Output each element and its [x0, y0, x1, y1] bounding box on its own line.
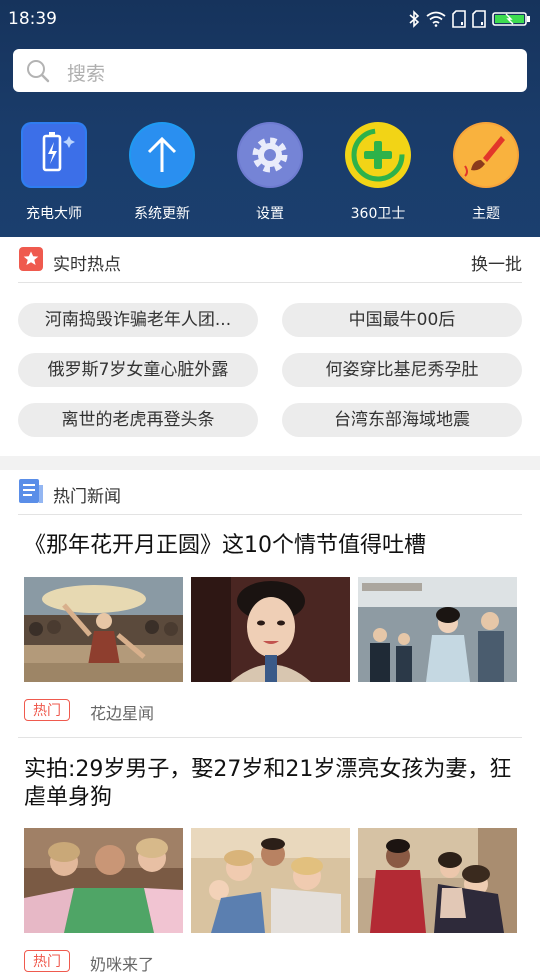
home-header: 18:39 搜索 充电大师 系统更新 设置 360卫士 主题 — [0, 0, 540, 237]
refresh-button[interactable]: 换一批 — [471, 250, 522, 275]
arrow-up-icon — [129, 122, 195, 188]
search-bar[interactable]: 搜索 — [13, 49, 527, 92]
app-label: 360卫士 — [350, 206, 406, 222]
news-thumbnail-family-portrait[interactable] — [358, 828, 517, 933]
news-source: 花边星闻 — [90, 704, 155, 723]
app-label: 设置 — [256, 206, 284, 222]
plus-shield-icon — [345, 122, 411, 188]
search-placeholder: 搜索 — [67, 63, 106, 85]
paintbrush-icon — [453, 122, 519, 188]
news-headline[interactable]: 实拍:29岁男子，娶27岁和21岁漂亮女孩为妻，狂虐单身狗 — [24, 756, 518, 812]
divider — [18, 514, 522, 515]
app-label: 系统更新 — [134, 206, 190, 222]
hot-topics-title: 实时热点 — [53, 255, 121, 275]
news-thumbnail-drama-crowd[interactable] — [24, 577, 183, 682]
sim-card-1-icon — [452, 10, 466, 28]
news-document-icon — [19, 479, 43, 503]
hot-topic-item[interactable]: 离世的老虎再登头条 — [18, 403, 258, 437]
news-thumbnail-couple-kiss[interactable] — [24, 828, 183, 933]
app-settings[interactable]: 设置 — [216, 122, 324, 223]
hot-topic-item[interactable]: 河南捣毁诈骗老年人团... — [18, 303, 258, 337]
hot-topic-item[interactable]: 中国最牛00后 — [282, 303, 522, 337]
section-separator — [0, 456, 540, 470]
hot-topic-item[interactable]: 何姿穿比基尼秀孕肚 — [282, 353, 522, 387]
news-source: 奶咪来了 — [90, 955, 155, 974]
hot-news-title: 热门新闻 — [53, 487, 121, 507]
status-bar: 18:39 — [0, 0, 540, 38]
hot-topic-item[interactable]: 俄罗斯7岁女童心脏外露 — [18, 353, 258, 387]
hot-topics-header: 实时热点 换一批 — [0, 238, 540, 282]
sim-card-2-icon — [472, 10, 486, 28]
battery-icon — [21, 122, 87, 188]
app-label: 充电大师 — [26, 206, 82, 222]
wifi-icon — [426, 11, 446, 27]
news-thumbnail-drama-actress[interactable] — [191, 577, 350, 682]
app-360-guard[interactable]: 360卫士 — [324, 122, 432, 223]
hot-news-header: 热门新闻 — [0, 470, 540, 514]
divider — [18, 737, 522, 738]
divider — [18, 282, 522, 283]
hot-tag: 热门 — [24, 699, 70, 721]
app-system-update[interactable]: 系统更新 — [108, 122, 216, 223]
news-thumbnail-family-selfie[interactable] — [191, 828, 350, 933]
gear-icon — [237, 122, 303, 188]
battery-status-icon — [492, 12, 530, 26]
hot-topic-item[interactable]: 台湾东部海域地震 — [282, 403, 522, 437]
status-time: 18:39 — [8, 9, 57, 29]
app-label: 主题 — [472, 206, 500, 222]
bluetooth-icon — [409, 10, 420, 28]
app-charging-master[interactable]: 充电大师 — [0, 122, 108, 223]
news-thumbnail-drama-poster[interactable] — [358, 577, 517, 682]
hot-tag: 热门 — [24, 950, 70, 972]
status-icons — [408, 9, 532, 29]
star-badge-icon — [19, 247, 43, 271]
news-headline[interactable]: 《那年花开月正圆》这10个情节值得吐槽 — [24, 532, 518, 560]
app-themes[interactable]: 主题 — [432, 122, 540, 223]
app-shortcuts: 充电大师 系统更新 设置 360卫士 主题 — [0, 122, 540, 232]
search-icon — [27, 60, 50, 83]
